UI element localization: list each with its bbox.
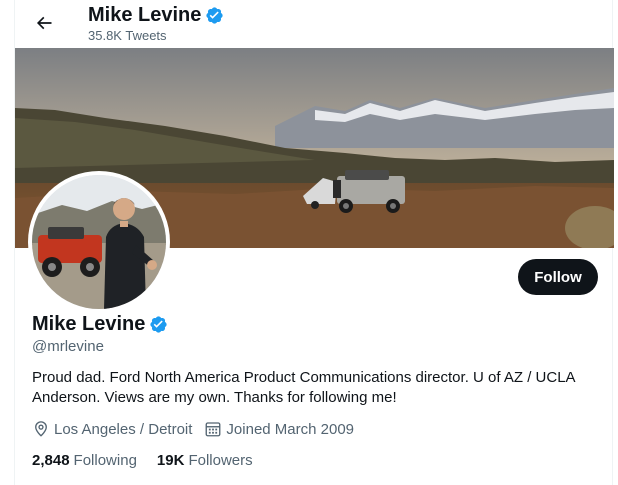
- followers-label: Followers: [188, 452, 253, 469]
- calendar-icon: [205, 422, 221, 437]
- location-text: Los Angeles / Detroit: [54, 420, 193, 438]
- avatar-photo: [32, 175, 166, 309]
- profile-column: Mike Levine 35.8K Tweets Follow Mike Lev…: [14, 0, 614, 485]
- follow-button[interactable]: Follow: [518, 259, 598, 295]
- header-display-name: Mike Levine: [88, 4, 224, 27]
- display-name-text: Mike Levine: [32, 313, 146, 335]
- back-button[interactable]: [27, 6, 61, 40]
- following-link[interactable]: 2,848 Following: [32, 452, 137, 469]
- followers-count: 19K: [156, 452, 185, 469]
- map-pin-icon: [35, 421, 47, 437]
- verified-badge-icon: [205, 6, 224, 25]
- profile-meta: Los Angeles / Detroit Joined March 2009: [32, 420, 366, 438]
- followers-link[interactable]: 19K Followers: [157, 452, 253, 469]
- profile-page: Mike Levine 35.8K Tweets Follow Mike Lev…: [0, 0, 618, 485]
- header-name-text: Mike Levine: [88, 4, 202, 26]
- verified-badge-icon[interactable]: [149, 315, 168, 334]
- profile-header-bar: Mike Levine 35.8K Tweets: [15, 0, 614, 48]
- profile-display-name: Mike Levine: [32, 313, 168, 336]
- profile-avatar[interactable]: [28, 171, 170, 313]
- avatar: [32, 175, 166, 309]
- profile-stats: 2,848 Following 19K Followers: [32, 452, 273, 469]
- tweet-count: 35.8K Tweets: [88, 28, 167, 43]
- joined-text: Joined March 2009: [226, 420, 355, 438]
- profile-join-date: Joined March 2009: [204, 420, 354, 438]
- profile-handle: @mrlevine: [32, 338, 104, 355]
- arrow-left-icon: [36, 16, 52, 30]
- profile-bio: Proud dad. Ford North America Product Co…: [32, 369, 575, 406]
- following-count: 2,848: [32, 452, 70, 469]
- profile-location: Los Angeles / Detroit: [32, 420, 192, 438]
- following-label: Following: [73, 452, 137, 469]
